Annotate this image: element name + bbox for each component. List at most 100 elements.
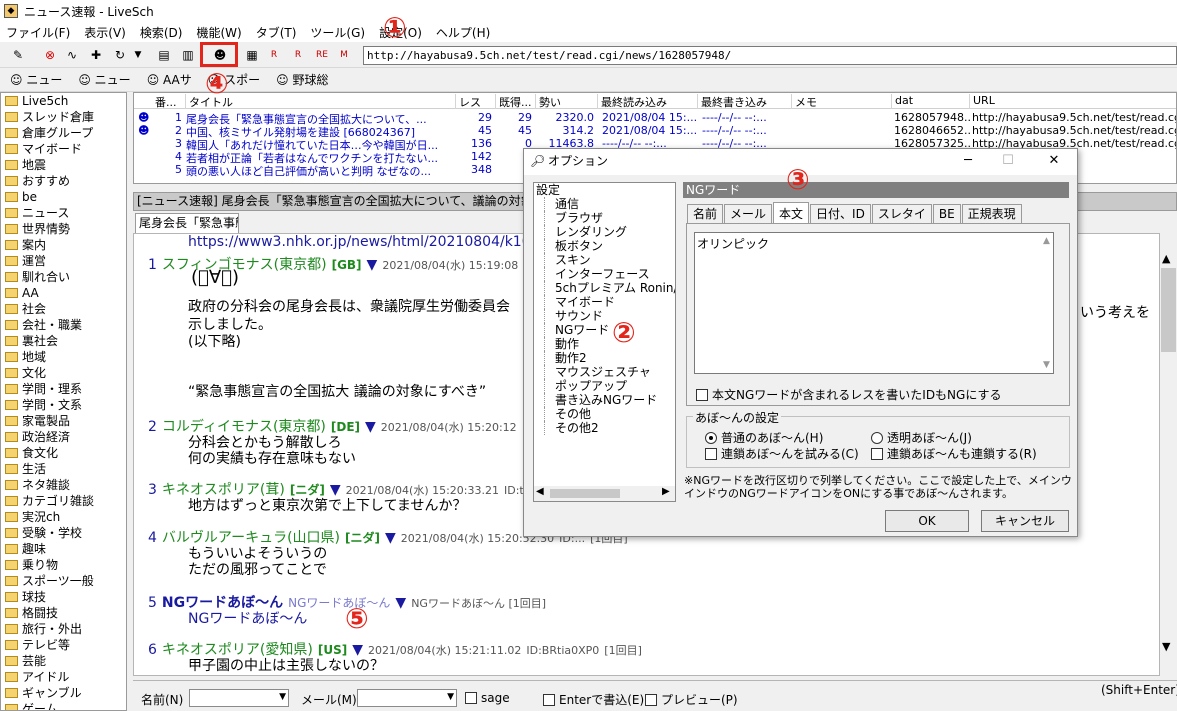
favorite-item[interactable]: ☺ ニュー [78,71,130,88]
board-tree-item[interactable]: 裏社会 [1,333,126,349]
post-arrow[interactable]: ▼ [395,595,406,611]
board-tree-item[interactable]: 実況ch [1,509,126,525]
enter-post-checkbox[interactable]: Enterで書込(E) [543,691,644,708]
options-tree-item[interactable]: マウスジェスチャ [544,365,675,379]
options-tree-item[interactable]: 動作 [544,337,675,351]
options-tree-item[interactable]: スキン [544,253,675,267]
options-tree-item[interactable]: 通信 [544,197,675,211]
scroll-thumb[interactable] [1161,268,1176,352]
board-tree-item[interactable]: 政治経済 [1,429,126,445]
board-tree-item[interactable]: 運営 [1,253,126,269]
tab-be[interactable]: BE [932,204,961,224]
options-tree-item[interactable]: 設定 [534,183,675,197]
options-tree-item[interactable]: 動作2 [544,351,675,365]
tab-name[interactable]: 名前 [687,204,724,224]
thread-row[interactable]: ☻ 2 中国、核ミサイル発射場を建設 [668024367] 45 45 314.2 202… [134,124,1176,139]
options-tree-item[interactable]: 板ボタン [544,239,675,253]
tree-hscroll[interactable]: ◀ ▶ [534,486,675,501]
board-tree-item[interactable]: ニュース [1,205,126,221]
menu-function[interactable]: 機能(W) [196,24,241,41]
textarea-scroll-down-icon[interactable]: ▼ [1043,360,1050,370]
board-tree-item[interactable]: 芸能 [1,653,126,669]
board-tree-item[interactable]: 地震 [1,157,126,173]
board-tree-item[interactable]: ネタ雑談 [1,477,126,493]
board-tree-item[interactable]: 社会 [1,301,126,317]
post-body-line[interactable]: https://www3.nhk.or.jp/news/html/2021080… [188,234,540,250]
gesture-icon[interactable]: ✎ [8,46,28,64]
paste-icon[interactable]: ▥ [178,46,198,64]
col-momentum[interactable]: 勢い [536,94,598,109]
stop-icon[interactable]: ⊗ [40,46,60,64]
chain-chain-checkbox[interactable]: 連鎖あぼ～んも連鎖する(R) [871,445,1037,462]
board-tree-item[interactable]: マイボード [1,141,126,157]
board-tree-item[interactable]: 乗り物 [1,557,126,573]
options-tree-item[interactable]: ポップアップ [544,379,675,393]
chain-abon-checkbox[interactable]: 連鎖あぼ～んを試みる(C) [705,445,859,462]
menu-tab[interactable]: タブ(T) [256,24,297,41]
options-tree-item[interactable]: レンダリング [544,225,675,239]
board-tree-item[interactable]: 家電製品 [1,413,126,429]
col-number[interactable]: 番... [152,94,186,109]
board-tree-item[interactable]: 案内 [1,237,126,253]
board-icon[interactable]: ▦ [242,46,262,64]
favorite-item[interactable]: ☺ ニュー [10,71,62,88]
copy-icon[interactable]: ▤ [154,46,174,64]
options-tree-item[interactable]: 5chプレミアム Ronin/B [544,281,675,295]
radio-normal-abon[interactable]: 普通のあぼ～ん(H) [705,429,823,446]
close-icon[interactable]: ✕ [1034,149,1074,173]
favorite-item[interactable]: ☺ AAサ [147,71,192,88]
board-tree-item[interactable]: AA [1,285,126,301]
minimize-icon[interactable]: ─ [948,149,988,173]
tab-date-id[interactable]: 日付、ID [810,204,871,224]
name-input[interactable] [189,689,289,707]
col-got[interactable]: 既得... [496,94,536,109]
ng-id-checkbox[interactable]: 本文NGワードが含まれるレスを書いたIDもNGにする [696,386,1001,403]
col-last-write[interactable]: 最終書き込み [698,94,792,109]
options-tree-item[interactable]: その他 [544,407,675,421]
options-tree-item[interactable]: ブラウザ [544,211,675,225]
board-tree-item[interactable]: 世界情勢 [1,221,126,237]
board-tree-item[interactable]: 学問・理系 [1,381,126,397]
board-tree-item[interactable]: 地域 [1,349,126,365]
menu-file[interactable]: ファイル(F) [6,24,70,41]
post-arrow[interactable]: ▼ [365,419,376,435]
post-arrow[interactable]: ▼ [367,257,378,273]
res-next-icon[interactable]: R [288,46,308,64]
board-tree-item[interactable]: 倉庫グループ [1,125,126,141]
sage-checkbox[interactable]: sage [465,691,510,705]
board-tree-item[interactable]: ギャンブル [1,685,126,701]
tab-mail[interactable]: メール [724,204,773,224]
options-tree-item[interactable]: マイボード [544,295,675,309]
refresh-icon[interactable]: ↻ [110,46,130,64]
menu-tools[interactable]: ツール(G) [310,24,365,41]
board-tree-item[interactable]: 学問・文系 [1,397,126,413]
mail-input[interactable] [357,689,457,707]
dropdown-icon[interactable]: ▼ [128,46,148,64]
options-tree-item[interactable]: 書き込みNGワード [544,393,675,407]
scroll-down-icon[interactable]: ▼ [1162,640,1170,653]
options-tree-item[interactable]: その他2 [544,421,675,435]
link-icon[interactable]: ∿ [62,46,82,64]
board-tree-item[interactable]: 受験・学校 [1,525,126,541]
post-number[interactable]: 3 [148,482,157,498]
options-tree-item[interactable]: サウンド [544,309,675,323]
board-tree-item[interactable]: 旅行・外出 [1,621,126,637]
post-number[interactable]: 2 [148,419,157,435]
radio-transparent-abon[interactable]: 透明あぼ～ん(J) [871,429,972,446]
board-tree-item[interactable]: カテゴリ雑談 [1,493,126,509]
board-tree-item[interactable]: 球技 [1,589,126,605]
board-tree-item[interactable]: Live5ch [1,93,126,109]
cancel-button[interactable]: キャンセル [981,510,1069,532]
menu-search[interactable]: 検索(D) [140,24,183,41]
options-tree-item[interactable]: NGワード [544,323,675,337]
col-res[interactable]: レス [456,94,496,109]
tab-regex[interactable]: 正規表現 [961,204,1022,224]
preview-checkbox[interactable]: プレビュー(P) [645,691,738,708]
maximize-icon[interactable]: ☐ [988,149,1028,173]
board-tree-item[interactable]: アイドル [1,669,126,685]
board-tree-item[interactable]: 馴れ合い [1,269,126,285]
pin-icon[interactable]: ✚ [86,46,106,64]
board-tree-item[interactable]: 食文化 [1,445,126,461]
board-tree-item[interactable]: 生活 [1,461,126,477]
post-number[interactable]: 6 [148,642,157,658]
